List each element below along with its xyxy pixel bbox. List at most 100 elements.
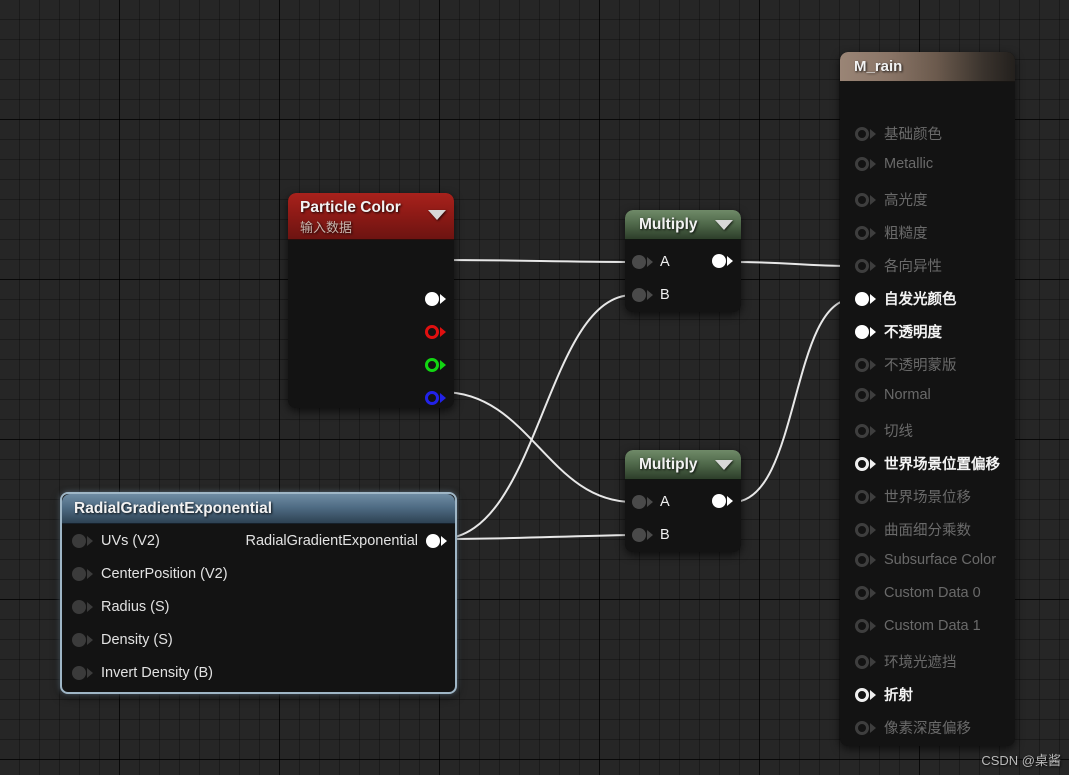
pin-out-b[interactable]: [425, 391, 446, 405]
node-material-output-body: 基础颜色 Metallic 高光度粗糙度各向异性自发光颜色不透明度不透明蒙版 Norm…: [840, 82, 1015, 746]
node-particle-color-body: [288, 240, 454, 408]
node-particle-color-title: Particle Color: [300, 199, 401, 216]
material-pin-dot[interactable]: [855, 291, 869, 306]
chevron-down-icon[interactable]: [428, 210, 446, 220]
material-pin-label: Subsurface Color: [884, 552, 997, 568]
material-pin-dot[interactable]: [855, 357, 869, 372]
pin-in-a[interactable]: A: [632, 494, 670, 510]
material-pin-arrow-icon: [870, 359, 876, 370]
material-pin-label: 自发光颜色: [884, 292, 957, 308]
material-pin-row[interactable]: Custom Data 1: [855, 618, 981, 634]
pin-out-g[interactable]: [425, 358, 446, 372]
pin-in-a[interactable]: A: [632, 254, 670, 270]
material-pin-dot[interactable]: [855, 258, 869, 273]
material-graph-canvas[interactable]: Particle Color 输入数据 Multiply A B Multipl…: [0, 0, 1069, 775]
material-pin-row[interactable]: Subsurface Color: [855, 552, 996, 568]
material-pin-dot[interactable]: [855, 126, 869, 141]
material-pin-row[interactable]: 自发光颜色: [855, 288, 957, 309]
material-pin-row[interactable]: Normal: [855, 387, 931, 403]
material-pin-dot[interactable]: [855, 388, 869, 402]
material-pin-dot[interactable]: [855, 157, 869, 171]
node-particle-color-subtitle: 输入数据: [300, 220, 353, 235]
material-pin-row[interactable]: 各向异性: [855, 255, 942, 276]
pin-in-radius[interactable]: Radius (S): [72, 599, 170, 615]
node-multiply-2-header[interactable]: Multiply: [625, 450, 741, 480]
node-multiply-2-title: Multiply: [639, 455, 698, 473]
material-pin-row[interactable]: Custom Data 0: [855, 585, 981, 601]
material-pin-row[interactable]: 折射: [855, 684, 913, 705]
material-pin-arrow-icon: [870, 425, 876, 436]
node-radial-gradient-exponential[interactable]: RadialGradientExponential UVs (V2) Cente…: [60, 492, 457, 694]
material-pin-row[interactable]: 曲面细分乘数: [855, 519, 971, 540]
material-pin-dot[interactable]: [855, 324, 869, 339]
material-pin-dot[interactable]: [855, 489, 869, 504]
pin-out-result[interactable]: [712, 254, 733, 268]
material-pin-label: 基础颜色: [884, 127, 942, 143]
material-pin-arrow-icon: [870, 260, 876, 271]
material-pin-label: 高光度: [884, 193, 928, 209]
pin-out-rgb[interactable]: [425, 292, 446, 306]
pin-in-invert-density[interactable]: Invert Density (B): [72, 665, 213, 681]
material-pin-row[interactable]: 粗糙度: [855, 222, 928, 243]
material-pin-dot[interactable]: [855, 720, 869, 735]
material-pin-arrow-icon: [870, 656, 876, 667]
pin-in-centerposition[interactable]: CenterPosition (V2): [72, 566, 228, 582]
material-pin-row[interactable]: 基础颜色: [855, 123, 942, 144]
material-pin-arrow-icon: [870, 621, 876, 631]
node-particle-color-header[interactable]: Particle Color 输入数据: [288, 193, 454, 240]
node-particle-color[interactable]: Particle Color 输入数据: [288, 193, 454, 408]
pin-in-b-label: B: [660, 287, 670, 303]
pin-in-uvs[interactable]: UVs (V2): [72, 533, 160, 549]
material-pin-dot[interactable]: [855, 192, 869, 207]
pin-in-uvs-label: UVs (V2): [101, 533, 160, 549]
pin-in-a-label: A: [660, 494, 670, 510]
chevron-down-icon[interactable]: [715, 220, 733, 230]
material-pin-dot[interactable]: [855, 553, 869, 567]
wire-radial-to-multiply2-b: [439, 534, 634, 540]
material-pin-arrow-icon: [870, 458, 876, 469]
node-radial-gradient-title: RadialGradientExponential: [74, 499, 273, 517]
pin-in-b[interactable]: B: [632, 527, 670, 543]
node-multiply-1[interactable]: Multiply A B: [625, 210, 741, 312]
material-pin-row[interactable]: 不透明度: [855, 321, 942, 342]
pin-out-result[interactable]: [712, 494, 733, 508]
material-pin-label: 切线: [884, 424, 913, 440]
material-pin-arrow-icon: [870, 194, 876, 205]
node-multiply-1-header[interactable]: Multiply: [625, 210, 741, 240]
node-multiply-2[interactable]: Multiply A B: [625, 450, 741, 552]
material-pin-dot[interactable]: [855, 456, 869, 471]
material-pin-dot[interactable]: [855, 619, 869, 633]
material-pin-label: 世界场景位置偏移: [884, 457, 1000, 473]
material-pin-dot[interactable]: [855, 654, 869, 669]
material-pin-arrow-icon: [870, 722, 876, 733]
material-pin-arrow-icon: [870, 689, 876, 700]
material-pin-dot[interactable]: [855, 423, 869, 438]
material-pin-row[interactable]: 世界场景位置偏移: [855, 453, 1000, 474]
pin-out-r[interactable]: [425, 325, 446, 339]
material-pin-row[interactable]: 切线: [855, 420, 913, 441]
pin-in-b-label: B: [660, 527, 670, 543]
material-pin-dot[interactable]: [855, 687, 869, 702]
material-pin-row[interactable]: 世界场景位移: [855, 486, 971, 507]
material-pin-dot[interactable]: [855, 522, 869, 537]
material-pin-row[interactable]: 不透明蒙版: [855, 354, 957, 375]
material-pin-row[interactable]: 高光度: [855, 189, 928, 210]
pin-in-b[interactable]: B: [632, 287, 670, 303]
material-pin-label: Normal: [884, 387, 931, 403]
pin-in-density[interactable]: Density (S): [72, 632, 173, 648]
node-radial-gradient-header[interactable]: RadialGradientExponential: [62, 494, 455, 524]
material-pin-row[interactable]: 环境光遮挡: [855, 651, 957, 672]
pin-out-radialgradientexponential[interactable]: RadialGradientExponential: [246, 533, 447, 549]
material-pin-dot[interactable]: [855, 586, 869, 600]
node-material-output-header[interactable]: M_rain: [840, 52, 1015, 82]
watermark: CSDN @桌酱: [981, 753, 1061, 768]
wire-multiply2-to-opacity: [732, 298, 854, 503]
chevron-down-icon[interactable]: [715, 460, 733, 470]
material-pin-arrow-icon: [870, 159, 876, 169]
material-pin-dot[interactable]: [855, 225, 869, 240]
material-pin-row[interactable]: 像素深度偏移: [855, 717, 971, 738]
node-material-output[interactable]: M_rain 基础颜色 Metallic 高光度粗糙度各向异性自发光颜色不透明度不透…: [840, 52, 1015, 746]
node-radial-gradient-body: UVs (V2) CenterPosition (V2) Radius (S) …: [62, 524, 455, 688]
material-pin-row[interactable]: Metallic: [855, 156, 933, 172]
material-pin-arrow-icon: [870, 555, 876, 565]
